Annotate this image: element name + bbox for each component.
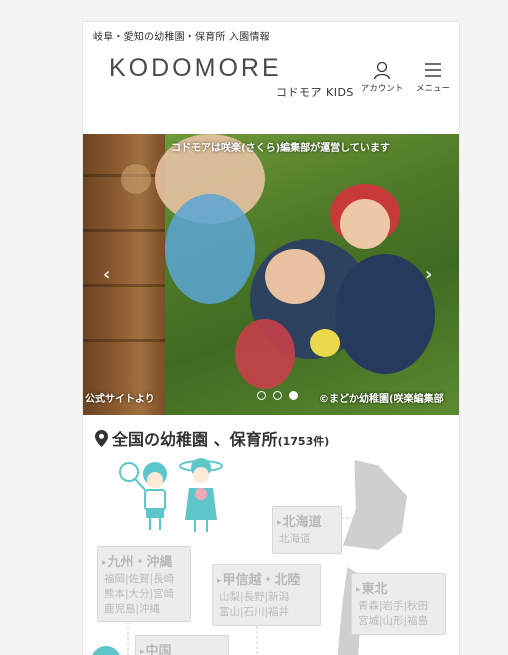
section-title-text: 全国の幼稚園 、保育所 <box>112 430 278 449</box>
slider-dot-active[interactable] <box>289 391 299 400</box>
chevron-left-icon[interactable]: ‹ <box>103 264 110 285</box>
menu-button[interactable]: メニュー <box>410 60 456 94</box>
brand-subtitle: コドモア KIDS <box>276 86 354 99</box>
hero-slider[interactable]: コドモアは咲楽(さくら)編集部が運営しています ‹ › 公式サイトより ©まどか… <box>83 134 459 415</box>
page-frame: 岐阜・愛知の幼稚園・保育所 入園情報 KODOMORE コドモア KIDS アカ… <box>82 21 460 655</box>
region-koshinetsu-hokuriku[interactable]: 甲信越・北陸 山梨|長野|新潟 富山|石川|福井 <box>212 564 321 626</box>
chevron-right-icon[interactable]: › <box>425 264 432 285</box>
user-icon <box>359 60 405 82</box>
region-chugoku[interactable]: 中国 <box>135 635 229 655</box>
hamburger-menu-icon <box>410 60 456 82</box>
region-hokkaido[interactable]: 北海道 北海道 <box>272 506 342 554</box>
region-name: 甲信越・北陸 <box>213 565 320 588</box>
account-label: アカウント <box>360 84 404 94</box>
region-name: 九州・沖縄 <box>98 547 190 570</box>
slider-pagination <box>257 385 300 404</box>
region-tohoku[interactable]: 東北 青森|岩手|秋田 宮城|山形|福島 <box>351 573 446 635</box>
region-kyushu-okinawa[interactable]: 九州・沖縄 福岡|佐賀|長崎 熊本|大分|宮崎 鹿児島|沖縄 <box>97 546 191 622</box>
photo-credit-right: ©まどか幼稚園(咲楽編集部 <box>319 394 444 405</box>
japan-region-map: 北海道 北海道 九州・沖縄 福岡|佐賀|長崎 熊本|大分|宮崎 鹿児島|沖縄 甲… <box>83 452 459 655</box>
photo-credit-left: 公式サイトより <box>85 394 155 405</box>
map-pin-icon <box>95 430 108 451</box>
region-prefectures: 青森|岩手|秋田 宮城|山形|福島 <box>358 600 429 627</box>
site-logo[interactable]: KODOMORE <box>109 54 282 83</box>
section-title: 全国の幼稚園 、保育所(1753件) <box>95 426 329 451</box>
site-tagline: 岐阜・愛知の幼稚園・保育所 入園情報 <box>93 32 270 43</box>
region-name: 東北 <box>352 574 445 597</box>
hero-caption: コドモアは咲楽(さくら)編集部が運営しています <box>171 143 390 154</box>
menu-label: メニュー <box>415 84 450 94</box>
slider-dot[interactable] <box>273 391 283 400</box>
slider-dot[interactable] <box>257 391 266 400</box>
slide-photo-children <box>155 134 459 415</box>
region-prefectures: 北海道 <box>279 533 311 545</box>
region-name: 北海道 <box>273 507 341 530</box>
section-count: (1753件) <box>277 435 330 448</box>
region-name: 中国 <box>136 636 228 655</box>
region-prefectures: 山梨|長野|新潟 富山|石川|福井 <box>219 591 290 618</box>
account-button[interactable]: アカウント <box>359 60 405 94</box>
region-prefectures: 福岡|佐賀|長崎 熊本|大分|宮崎 鹿児島|沖縄 <box>104 573 175 615</box>
slide-previous-photo <box>83 134 165 415</box>
